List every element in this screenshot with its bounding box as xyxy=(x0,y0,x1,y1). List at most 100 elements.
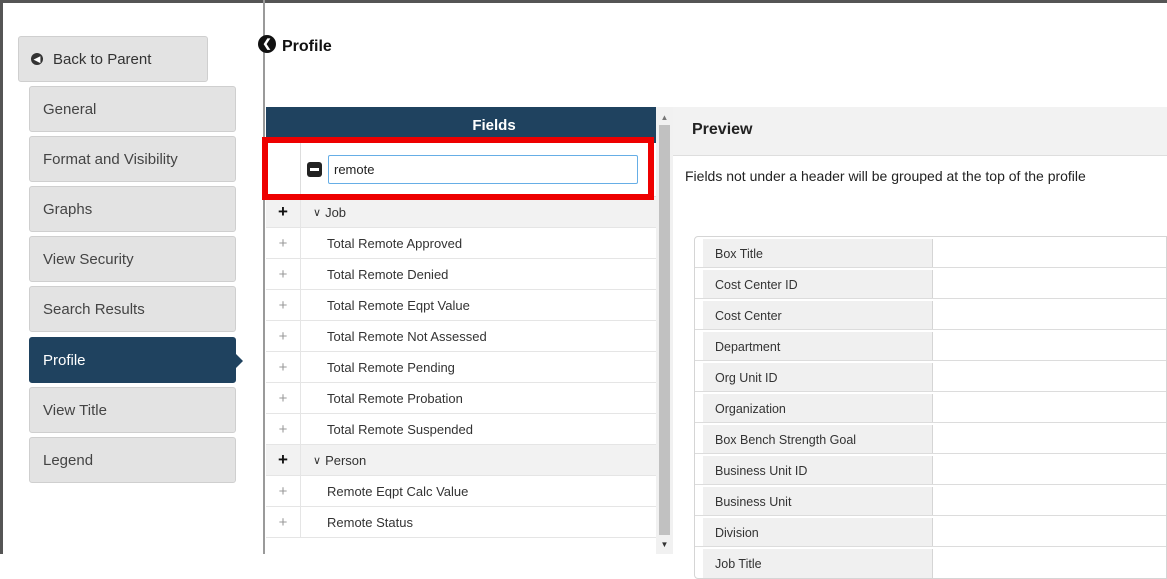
nav-item-graphs[interactable]: Graphs xyxy=(29,186,236,232)
preview-row: Cost Center xyxy=(695,299,1166,330)
fields-scrollbar[interactable]: ▲ ▼ xyxy=(656,107,673,554)
field-label: Total Remote Approved xyxy=(327,235,463,251)
field-row[interactable]: + Total Remote Denied xyxy=(266,259,656,290)
field-group-row[interactable]: + ∨ Person xyxy=(266,445,656,476)
nav-item-format-and-visibility[interactable]: Format and Visibility xyxy=(29,136,236,182)
nav-item-label: General xyxy=(43,100,97,118)
preview-table: Box Title Cost Center ID Cost Center Depart… xyxy=(694,236,1167,579)
add-plus-icon[interactable]: + xyxy=(266,197,301,227)
nav-item-label: View Title xyxy=(43,401,107,419)
preview-row-value xyxy=(933,547,1166,578)
add-plus-icon[interactable]: + xyxy=(266,414,301,444)
field-row[interactable]: + Total Remote Eqpt Value xyxy=(266,290,656,321)
add-plus-icon[interactable]: + xyxy=(266,228,301,258)
preview-row-label: Department xyxy=(703,332,933,360)
nav-item-general[interactable]: General xyxy=(29,86,236,132)
nav-item-label: Legend xyxy=(43,451,94,469)
page-title: Profile xyxy=(282,38,332,55)
nav-item-profile[interactable]: Profile xyxy=(29,337,243,383)
preview-row-value xyxy=(933,361,1166,391)
collapse-back-icon[interactable]: ❮ xyxy=(258,35,276,53)
preview-row: Business Unit xyxy=(695,485,1166,516)
preview-row-value xyxy=(933,330,1166,360)
add-plus-icon[interactable]: + xyxy=(266,445,301,475)
back-to-parent-button[interactable]: ◀ Back to Parent xyxy=(18,36,208,82)
nav-item-legend[interactable]: Legend xyxy=(29,437,236,483)
preview-row: Division xyxy=(695,516,1166,547)
page-header: ❮ Profile xyxy=(258,32,332,56)
field-row[interactable]: + Total Remote Not Assessed xyxy=(266,321,656,352)
field-row[interactable]: + Total Remote Pending xyxy=(266,352,656,383)
preview-row-label: Box Bench Strength Goal xyxy=(703,425,933,453)
field-label: Remote Eqpt Calc Value xyxy=(327,483,469,499)
preview-note: Fields not under a header will be groupe… xyxy=(685,168,1086,184)
preview-row: Department xyxy=(695,330,1166,361)
preview-row-label: Division xyxy=(703,518,933,546)
collapse-all-minus-icon[interactable] xyxy=(307,162,322,177)
field-row[interactable]: + Remote Status xyxy=(266,507,656,538)
back-to-parent-label: Back to Parent xyxy=(53,50,152,68)
preview-row-value xyxy=(933,423,1166,453)
field-group-label: Job xyxy=(325,204,347,220)
add-plus-icon[interactable]: + xyxy=(266,383,301,413)
preview-row-label: Business Unit ID xyxy=(703,456,933,484)
nav-item-label: Profile xyxy=(43,351,86,369)
field-label: Total Remote Probation xyxy=(327,390,463,406)
preview-row-value xyxy=(933,454,1166,484)
field-search-row xyxy=(266,143,656,197)
add-plus-icon[interactable]: + xyxy=(266,476,301,506)
preview-row-label: Business Unit xyxy=(703,487,933,515)
add-plus-icon[interactable]: + xyxy=(266,507,301,537)
preview-row: Job Title xyxy=(695,547,1166,578)
preview-row-value xyxy=(933,268,1166,298)
add-plus-icon[interactable]: + xyxy=(266,321,301,351)
field-label: Total Remote Denied xyxy=(327,266,449,282)
arrow-left-circle-icon: ◀ xyxy=(31,53,43,65)
scroll-up-arrow-icon[interactable]: ▲ xyxy=(656,109,673,125)
field-group-label: Person xyxy=(325,452,367,468)
nav-item-view-title[interactable]: View Title xyxy=(29,387,236,433)
preview-row: Box Title xyxy=(695,237,1166,268)
field-label: Total Remote Eqpt Value xyxy=(327,297,470,313)
preview-row-value xyxy=(933,485,1166,515)
scroll-thumb[interactable] xyxy=(659,125,670,535)
preview-row: Org Unit ID xyxy=(695,361,1166,392)
preview-row-value xyxy=(933,516,1166,546)
field-row[interactable]: + Total Remote Approved xyxy=(266,228,656,259)
chevron-down-icon[interactable]: ∨ xyxy=(313,206,321,219)
preview-body: Fields not under a header will be groupe… xyxy=(673,156,1167,579)
nav-item-label: Search Results xyxy=(43,300,145,318)
field-search-input[interactable] xyxy=(328,155,638,184)
add-plus-icon[interactable]: + xyxy=(266,352,301,382)
preview-row: Cost Center ID xyxy=(695,268,1166,299)
add-plus-icon[interactable]: + xyxy=(266,290,301,320)
preview-row-label: Box Title xyxy=(703,239,933,267)
preview-row-value xyxy=(933,237,1166,267)
nav-item-search-results[interactable]: Search Results xyxy=(29,286,236,332)
fields-header: Fields xyxy=(266,107,656,143)
preview-row: Box Bench Strength Goal xyxy=(695,423,1166,454)
field-list: + ∨ Job + Total Remote Approved + Total Remote… xyxy=(266,197,656,538)
left-nav: ◀ Back to Parent General Format and Visi… xyxy=(0,0,265,554)
field-label: Remote Status xyxy=(327,514,413,530)
field-row[interactable]: + Total Remote Suspended xyxy=(266,414,656,445)
preview-row-label: Cost Center xyxy=(703,301,933,329)
preview-row-label: Job Title xyxy=(703,549,933,578)
preview-row: Business Unit ID xyxy=(695,454,1166,485)
preview-panel: Preview Fields not under a header will b… xyxy=(673,107,1167,579)
search-row-spacer xyxy=(266,143,301,196)
field-group-row[interactable]: + ∨ Job xyxy=(266,197,656,228)
field-row[interactable]: + Remote Eqpt Calc Value xyxy=(266,476,656,507)
preview-title: Preview xyxy=(692,121,753,138)
scroll-down-arrow-icon[interactable]: ▼ xyxy=(656,536,673,552)
nav-item-view-security[interactable]: View Security xyxy=(29,236,236,282)
field-row[interactable]: + Total Remote Probation xyxy=(266,383,656,414)
preview-row-value xyxy=(933,392,1166,422)
preview-row-value xyxy=(933,299,1166,329)
preview-row-label: Organization xyxy=(703,394,933,422)
add-plus-icon[interactable]: + xyxy=(266,259,301,289)
chevron-down-icon[interactable]: ∨ xyxy=(313,454,321,467)
nav-item-label: Graphs xyxy=(43,200,93,218)
fields-panel: Fields + ∨ Job + Total Remote Approved + Total… xyxy=(266,107,656,554)
field-label: Total Remote Suspended xyxy=(327,421,473,437)
